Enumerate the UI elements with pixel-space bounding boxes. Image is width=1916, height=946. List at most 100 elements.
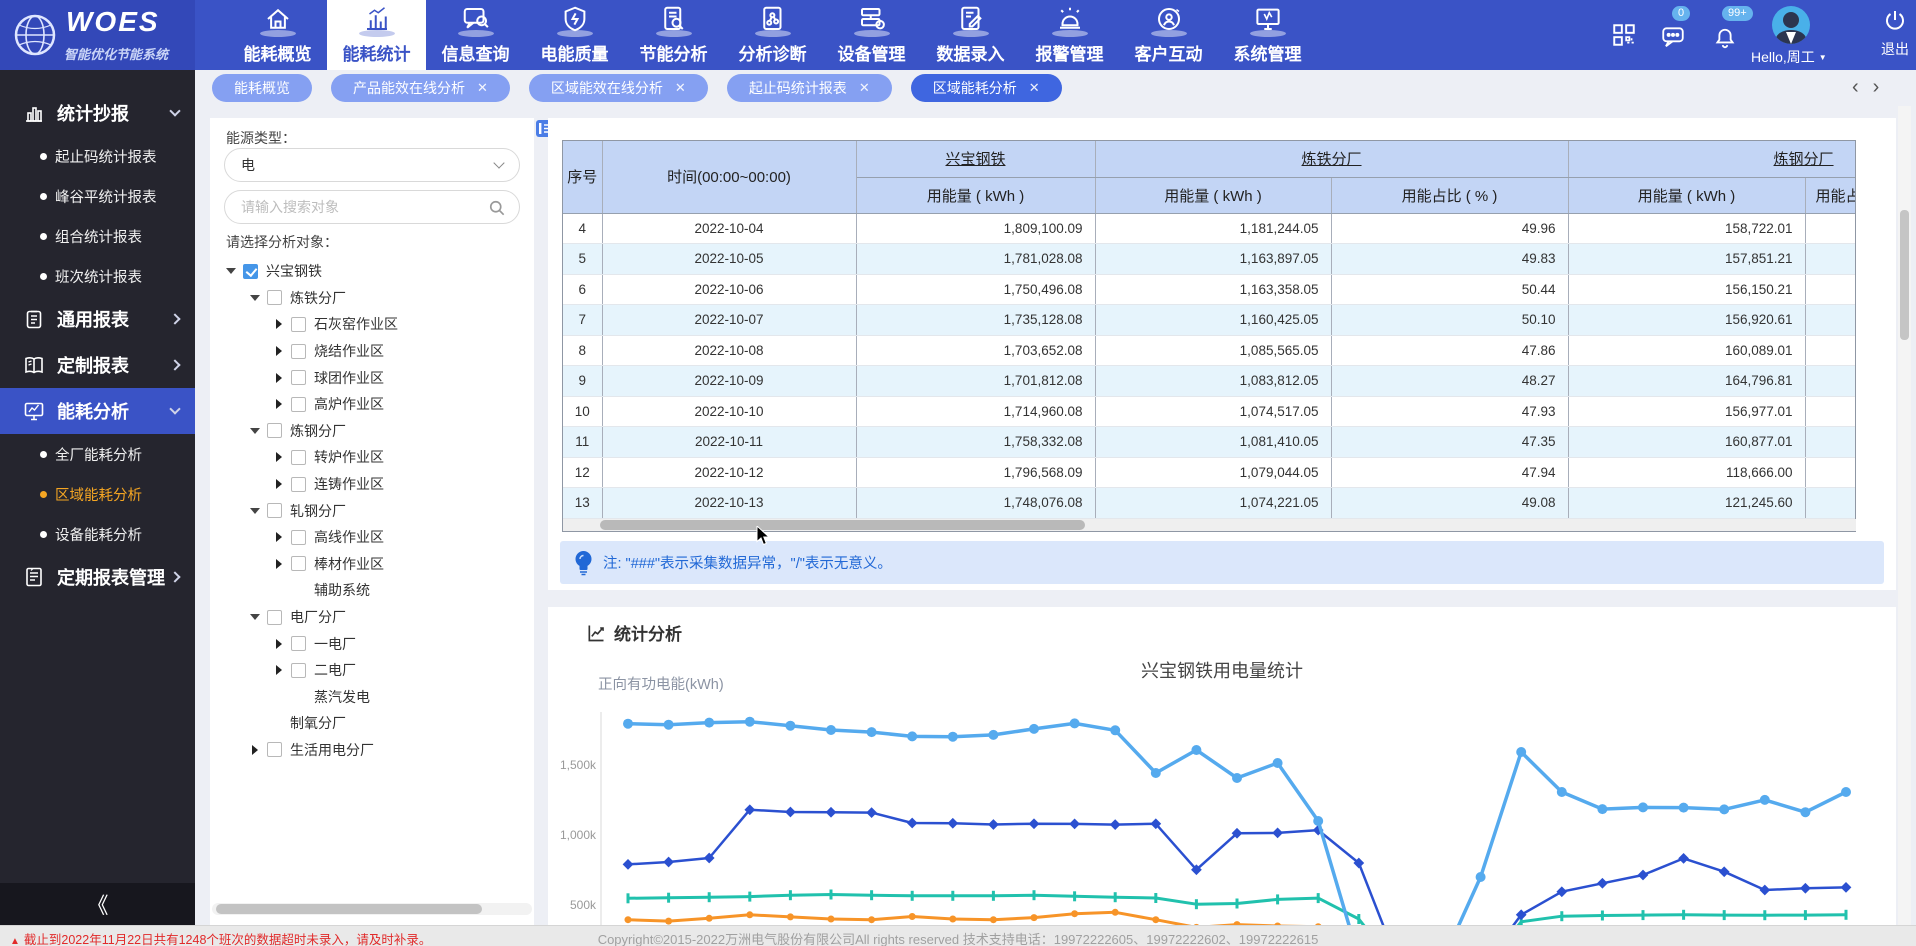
nav-item-5[interactable]: 节能分析 <box>624 0 723 70</box>
logout-button[interactable]: 退出 <box>1881 8 1909 59</box>
tree-node[interactable]: 连铸作业区 <box>210 471 534 498</box>
checkbox-unchecked[interactable] <box>291 556 306 571</box>
expander-right-icon[interactable] <box>273 399 285 409</box>
close-icon[interactable]: ✕ <box>477 80 488 96</box>
tree-node[interactable]: 石灰窑作业区 <box>210 311 534 338</box>
sidebar-group-2[interactable]: 通用报表 <box>0 296 195 342</box>
group-header-link[interactable]: 炼铁分厂 <box>1302 151 1362 168</box>
tree-node[interactable]: 转炉作业区 <box>210 444 534 471</box>
tree-node[interactable]: 炼铁分厂 <box>210 285 534 312</box>
sidebar-item-4-2[interactable]: 区域能耗分析 <box>0 474 195 514</box>
sidebar-item-1-2[interactable]: 峰谷平统计报表 <box>0 176 195 216</box>
energy-type-select[interactable]: 电 <box>224 148 520 182</box>
search-input[interactable] <box>241 199 485 215</box>
nav-item-3[interactable]: 信息查询 <box>426 0 525 70</box>
tree-node[interactable]: 烧结作业区 <box>210 338 534 365</box>
sidebar-group-1[interactable]: 统计抄报 <box>0 90 195 136</box>
close-icon[interactable]: ✕ <box>1029 80 1040 96</box>
tree-node[interactable]: 二电厂 <box>210 657 534 684</box>
tree-node[interactable]: 一电厂 <box>210 630 534 657</box>
expander-right-icon[interactable] <box>249 745 261 755</box>
tree-node[interactable]: 棒材作业区 <box>210 551 534 578</box>
tree-horizontal-scrollbar[interactable] <box>212 903 532 915</box>
tree-node[interactable]: 球团作业区 <box>210 364 534 391</box>
tree-node[interactable]: 制氧分厂 <box>210 710 534 737</box>
user-greeting[interactable]: Hello,周工 ▼ <box>1751 47 1827 67</box>
tab-4[interactable]: 起止码统计报表✕ <box>727 74 892 102</box>
checkbox-unchecked[interactable] <box>291 530 306 545</box>
scrollbar-thumb[interactable] <box>1900 210 1909 340</box>
nav-item-8[interactable]: 数据录入 <box>921 0 1020 70</box>
checkbox-unchecked[interactable] <box>291 317 306 332</box>
bell-icon[interactable] <box>1712 24 1738 50</box>
expander-right-icon[interactable] <box>273 346 285 356</box>
checkbox-unchecked[interactable] <box>267 503 282 518</box>
checkbox-unchecked[interactable] <box>267 423 282 438</box>
scrollbar-thumb[interactable] <box>600 520 1085 530</box>
nav-item-10[interactable]: 客户互动 <box>1119 0 1218 70</box>
tree-node[interactable]: 电厂分厂 <box>210 604 534 631</box>
tree-node[interactable]: 兴宝钢铁 <box>210 258 534 285</box>
expander-down-icon[interactable] <box>249 428 261 434</box>
checkbox-unchecked[interactable] <box>267 742 282 757</box>
sidebar-item-1-4[interactable]: 班次统计报表 <box>0 256 195 296</box>
tab-1[interactable]: 能耗概览 <box>212 74 312 102</box>
checkbox-unchecked[interactable] <box>267 290 282 305</box>
expander-down-icon[interactable] <box>225 268 237 274</box>
scrollbar-thumb[interactable] <box>216 904 482 914</box>
nav-item-4[interactable]: 电能质量 <box>525 0 624 70</box>
expander-right-icon[interactable] <box>273 319 285 329</box>
close-icon[interactable]: ✕ <box>675 80 686 96</box>
checkbox-unchecked[interactable] <box>291 397 306 412</box>
tree-node[interactable]: 辅助系统 <box>210 577 534 604</box>
expander-down-icon[interactable] <box>249 614 261 620</box>
tab-scroll-chevrons[interactable]: ‹› <box>1852 76 1902 99</box>
expander-down-icon[interactable] <box>249 508 261 514</box>
nav-item-2[interactable]: 能耗统计 <box>327 0 426 70</box>
checkbox-unchecked[interactable] <box>291 663 306 678</box>
qr-code-icon[interactable] <box>1611 22 1637 48</box>
search-icon[interactable] <box>487 198 507 218</box>
checkbox-unchecked[interactable] <box>291 370 306 385</box>
expander-down-icon[interactable] <box>249 295 261 301</box>
nav-item-1[interactable]: 能耗概览 <box>228 0 327 70</box>
close-icon[interactable]: ✕ <box>859 80 870 96</box>
checkbox-unchecked[interactable] <box>267 610 282 625</box>
expander-right-icon[interactable] <box>273 559 285 569</box>
sidebar-group-3[interactable]: 定制报表 <box>0 342 195 388</box>
tab-3[interactable]: 区域能效在线分析✕ <box>529 74 708 102</box>
page-vertical-scrollbar[interactable] <box>1898 106 1911 925</box>
tree-node[interactable]: 高炉作业区 <box>210 391 534 418</box>
expander-right-icon[interactable] <box>273 532 285 542</box>
tree-node[interactable]: 轧钢分厂 <box>210 497 534 524</box>
expander-right-icon[interactable] <box>273 452 285 462</box>
tree-node[interactable]: 炼钢分厂 <box>210 418 534 445</box>
checkbox-unchecked[interactable] <box>291 450 306 465</box>
sidebar-item-1-1[interactable]: 起止码统计报表 <box>0 136 195 176</box>
nav-item-7[interactable]: 设备管理 <box>822 0 921 70</box>
checkbox-unchecked[interactable] <box>291 636 306 651</box>
avatar[interactable] <box>1772 6 1810 44</box>
tab-5[interactable]: 区域能耗分析✕ <box>911 74 1062 102</box>
sidebar-group-5[interactable]: 定期报表管理 <box>0 554 195 600</box>
group-header-link[interactable]: 兴宝钢铁 <box>945 151 1005 168</box>
nav-item-9[interactable]: 报警管理 <box>1020 0 1119 70</box>
expander-right-icon[interactable] <box>273 479 285 489</box>
tab-2[interactable]: 产品能效在线分析✕ <box>331 74 510 102</box>
sidebar-item-1-3[interactable]: 组合统计报表 <box>0 216 195 256</box>
nav-item-6[interactable]: 分析诊断 <box>723 0 822 70</box>
checkbox-checked[interactable] <box>243 264 258 279</box>
sidebar-item-4-3[interactable]: 设备能耗分析 <box>0 514 195 554</box>
sidebar-group-4[interactable]: 能耗分析 <box>0 388 195 434</box>
expander-right-icon[interactable] <box>273 665 285 675</box>
checkbox-unchecked[interactable] <box>291 344 306 359</box>
checkbox-unchecked[interactable] <box>291 477 306 492</box>
tree-node[interactable]: 蒸汽发电 <box>210 684 534 711</box>
expander-right-icon[interactable] <box>273 639 285 649</box>
sidebar-item-4-1[interactable]: 全厂能耗分析 <box>0 434 195 474</box>
message-icon[interactable] <box>1660 24 1686 50</box>
nav-item-11[interactable]: 系统管理 <box>1218 0 1317 70</box>
tree-node[interactable]: 生活用电分厂 <box>210 737 534 764</box>
expander-right-icon[interactable] <box>273 373 285 383</box>
sidebar-collapse-button[interactable]: 《 <box>0 883 195 925</box>
